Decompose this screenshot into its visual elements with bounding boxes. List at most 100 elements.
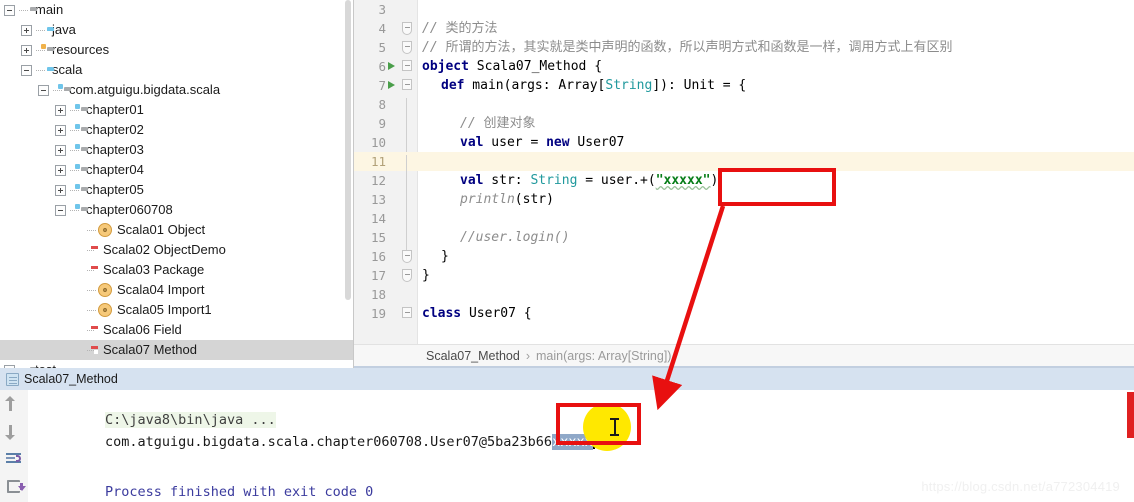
code-line-13[interactable]: 13 println(str) [354,190,1134,212]
breadcrumb-root[interactable]: Scala07_Method [426,349,520,363]
code-token: object [422,59,469,74]
tree-connector [70,129,79,131]
tree-item-chapter02[interactable]: chapter02 [0,120,353,140]
expand-icon[interactable] [55,124,66,136]
tree-item-java[interactable]: java [0,20,353,40]
tree-item-label: chapter02 [86,122,144,137]
tree-item-chapter060708[interactable]: chapter060708 [0,200,353,220]
code-fold-icon[interactable] [402,22,412,35]
console-selected-text[interactable]: xxxxx [552,434,593,450]
line-number: 7 [378,78,386,93]
console-tab-bar[interactable]: Scala07_Method [0,368,1134,390]
code-line-18[interactable]: 18 [354,285,1134,304]
line-number: 14 [370,211,386,226]
code-fold-icon[interactable] [402,250,412,263]
code-editor[interactable]: 3 4 // 类的方法 5 // 所谓的方法，其实就是类中声明的函数，所以声明方式和函数… [354,0,1134,344]
code-line-19[interactable]: 19 class User07 { [354,304,1134,323]
code-line-11[interactable]: 11 [354,152,1134,174]
tree-item-scala05-import1[interactable]: o Scala05 Import1 [0,300,353,320]
code-line-8[interactable]: 8 [354,95,1134,117]
code-line-14[interactable]: 14 [354,209,1134,231]
project-tree[interactable]: main java resources scala com.atguigu.bigdat… [0,0,353,368]
tree-item-test[interactable]: test [0,360,353,368]
code-fold-icon[interactable] [402,41,412,54]
code-lines[interactable]: 3 4 // 类的方法 5 // 所谓的方法，其实就是类中声明的函数，所以声明方式和函数… [354,0,1134,323]
tree-item-scala02-objectdemo[interactable]: Scala02 ObjectDemo [0,240,353,260]
console-output-line: com.atguigu.bigdata.scala.chapter060708.… [40,418,595,466]
tree-item-chapter04[interactable]: chapter04 [0,160,353,180]
code-line-10[interactable]: 10 val user = new User07 [354,133,1134,155]
code-token: // [422,40,446,55]
code-token: User07 [569,135,625,150]
breadcrumb-member[interactable]: main(args: Array[String]) [536,349,671,363]
code-line-17[interactable]: 17} [354,266,1134,285]
collapse-icon[interactable] [55,204,66,216]
tree-item-resources[interactable]: resources [0,40,353,60]
tree-item-scala06-field[interactable]: Scala06 Field [0,320,353,340]
tree-item-scala[interactable]: scala [0,60,353,80]
tree-item-scala01-object[interactable]: o Scala01 Object [0,220,353,240]
code-fold-icon[interactable] [402,60,412,71]
line-number: 11 [370,154,386,169]
code-token: main(args: Array[ [464,78,606,93]
console-tab-label[interactable]: Scala07_Method [24,372,118,386]
code-token: "xxxxx" [655,173,711,188]
code-line-3[interactable]: 3 [354,0,1134,19]
tree-item-scala04-import[interactable]: o Scala04 Import [0,280,353,300]
tree-item-chapter03[interactable]: chapter03 [0,140,353,160]
code-line-9[interactable]: 9 // 创建对象 [354,114,1134,136]
console-tab-icon [6,372,19,386]
console-toolbar[interactable] [0,390,28,502]
code-line-15[interactable]: 15 //user.login() [354,228,1134,250]
code-line-6[interactable]: 6 object Scala07_Method { [354,57,1134,76]
expand-icon[interactable] [55,164,66,176]
code-text: val user = new User07 [422,133,624,152]
run-gutter-icon[interactable] [388,81,395,89]
code-line-5[interactable]: 5 // 所谓的方法，其实就是类中声明的函数，所以声明方式和函数是一样，调用方式上… [354,38,1134,57]
code-token: //user.login() [460,230,570,245]
code-text: val str: String = user.+("xxxxx") [422,171,718,190]
watermark: https://blog.csdn.net/a772304419 [921,479,1120,494]
tree-item-scala03-package[interactable]: Scala03 Package [0,260,353,280]
tree-item-com-atguigu-bigdata-scala[interactable]: com.atguigu.bigdata.scala [0,80,353,100]
code-line-4[interactable]: 4 // 类的方法 [354,19,1134,38]
line-number: 3 [378,2,386,17]
expand-icon[interactable] [55,104,66,116]
code-token: 创建对象 [483,116,536,131]
down-stack-trace-button[interactable] [5,422,23,440]
tree-item-scala07-method[interactable]: Scala07 Method [0,340,353,360]
tree-item-label: Scala03 Package [103,262,205,277]
code-fold-icon[interactable] [402,307,412,318]
code-line-12[interactable]: 12 val str: String = user.+("xxxxx") [354,171,1134,193]
tree-item-main[interactable]: main [0,0,353,20]
project-tool-window[interactable]: main java resources scala com.atguigu.bigdat… [0,0,353,368]
code-token: println [460,192,515,207]
project-scrollbar[interactable] [344,0,352,368]
breadcrumb[interactable]: Scala07_Method › main(args: Array[String… [354,344,1134,366]
soft-wrap-button[interactable] [5,450,23,468]
console-error-stripe[interactable] [1127,392,1134,438]
arrow-up-icon [5,396,15,411]
code-fold-icon[interactable] [402,269,412,282]
breadcrumb-separator-icon: › [525,348,530,363]
tree-item-chapter01[interactable]: chapter01 [0,100,353,120]
code-line-16[interactable]: 16} [354,247,1134,266]
code-token: def [441,78,465,93]
up-stack-trace-button[interactable] [5,396,23,414]
collapse-icon[interactable] [38,84,49,96]
tree-item-label: Scala02 ObjectDemo [103,242,226,257]
expand-icon[interactable] [21,44,32,56]
code-line-7[interactable]: 7 def main(args: Array[String]): Unit = { [354,76,1134,95]
collapse-icon[interactable] [4,4,15,16]
expand-icon[interactable] [21,24,32,36]
export-to-file-button[interactable] [5,478,26,496]
project-scrollbar-thumb[interactable] [345,0,351,300]
code-text: println(str) [422,190,554,209]
expand-icon[interactable] [55,184,66,196]
expand-icon[interactable] [55,144,66,156]
run-gutter-icon[interactable] [388,62,395,70]
tree-item-chapter05[interactable]: chapter05 [0,180,353,200]
code-fold-icon[interactable] [402,79,412,90]
collapse-icon[interactable] [21,64,32,76]
